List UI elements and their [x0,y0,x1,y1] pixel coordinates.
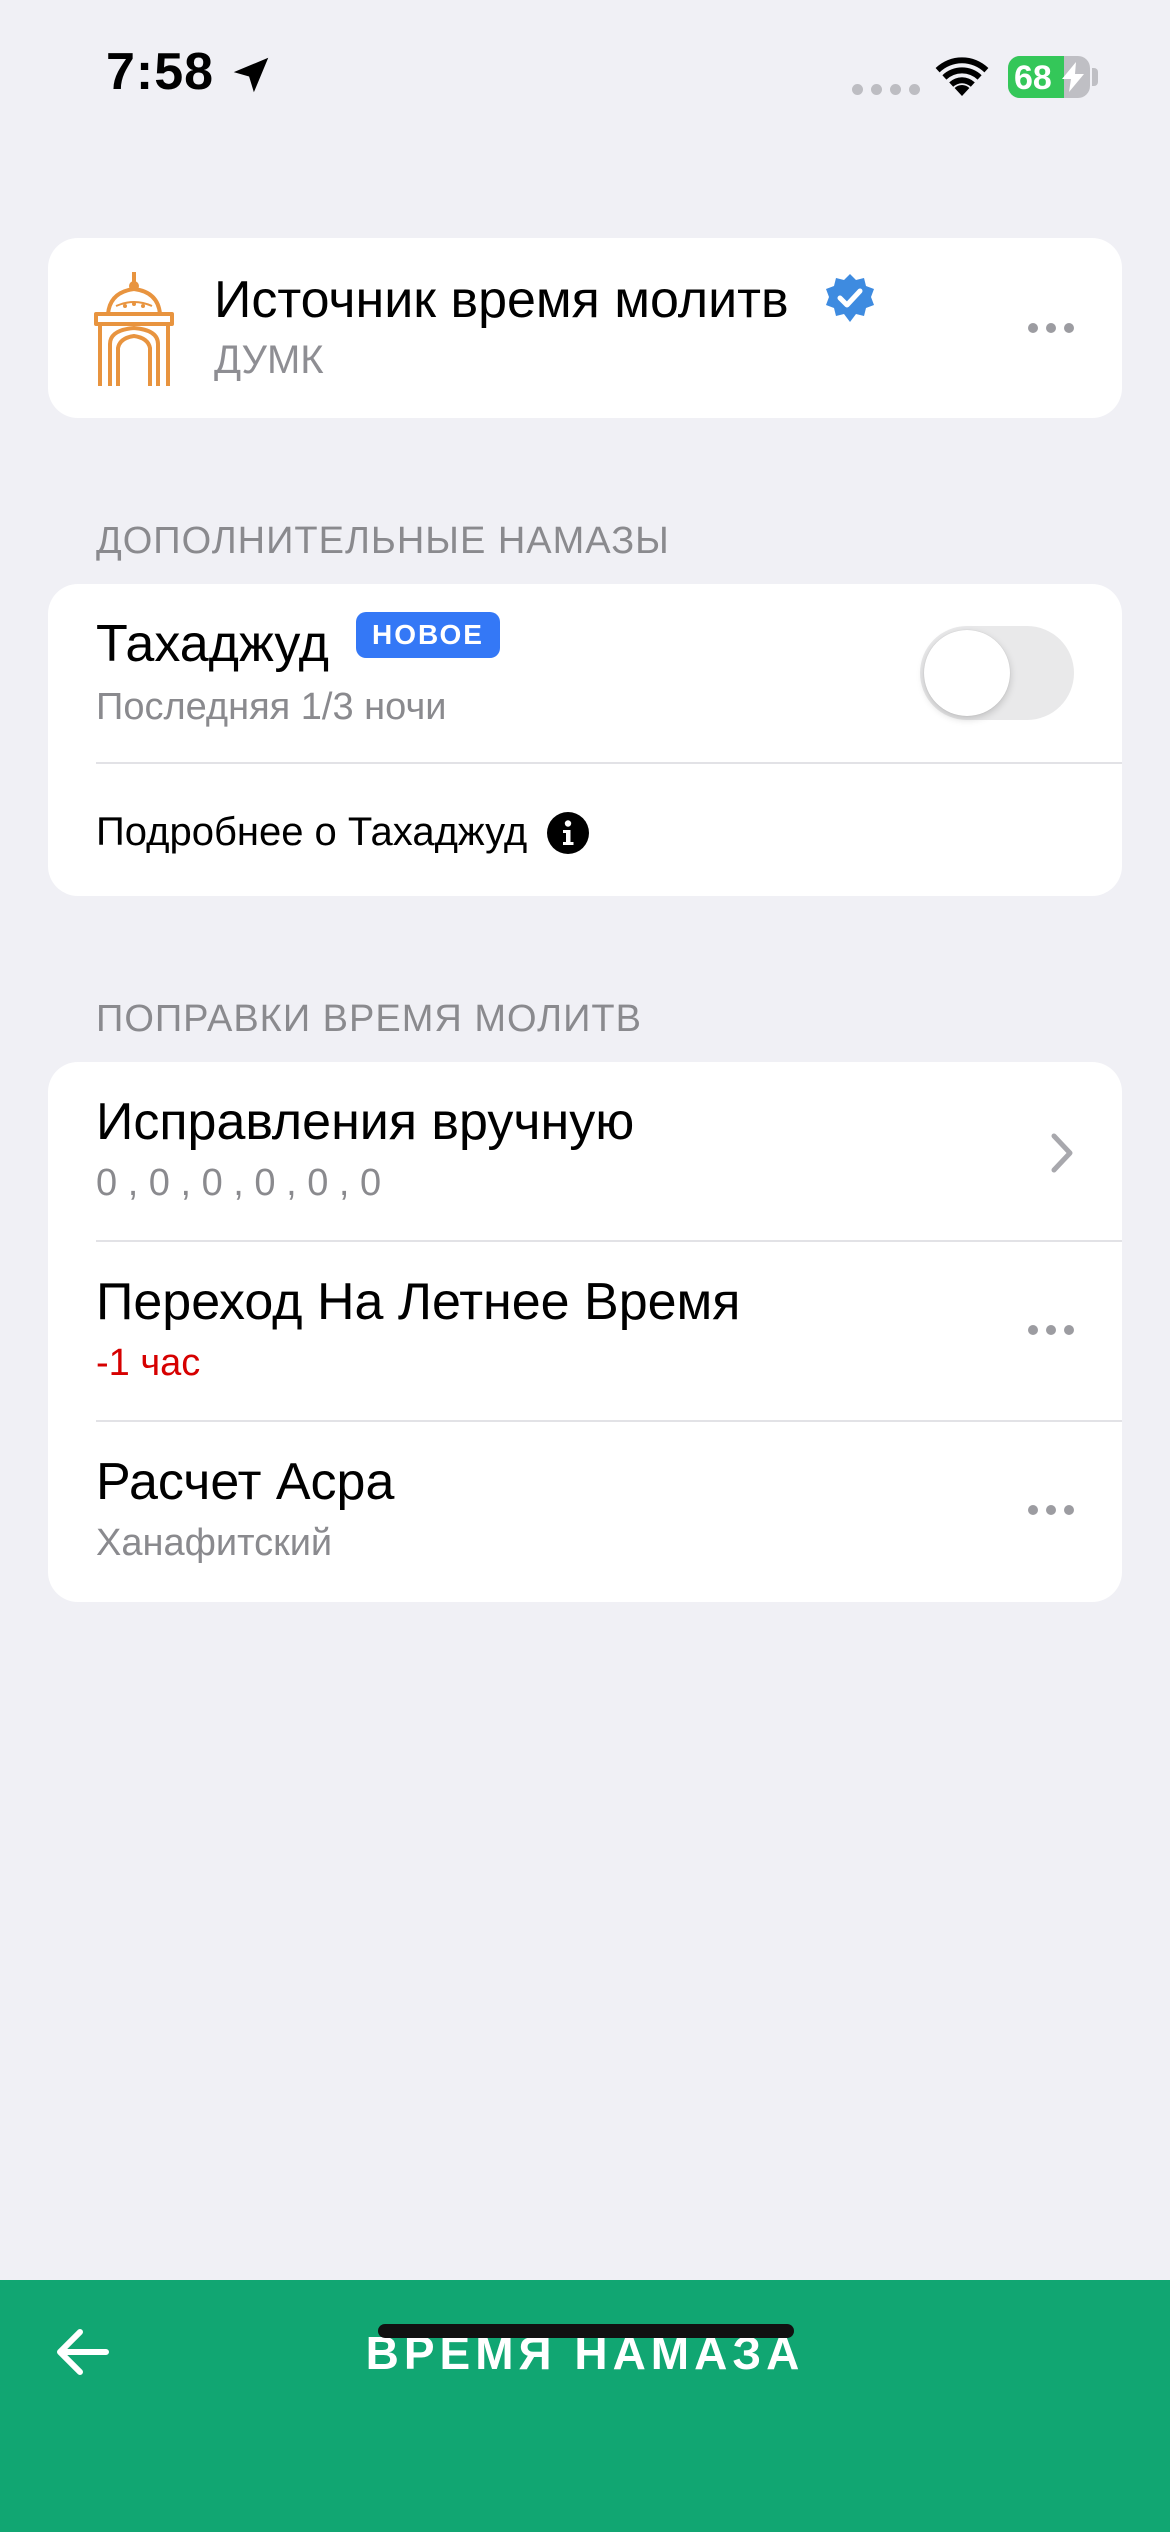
extra-prayers-card: Тахаджуд НОВОЕ Последняя 1/3 ночи Подроб… [48,584,1122,896]
extra-prayers-header: ДОПОЛНИТЕЛЬНЫЕ НАМАЗЫ [96,520,670,562]
info-icon [547,811,590,854]
divider [96,762,1122,764]
manual-corrections-values: 0 , 0 , 0 , 0 , 0 , 0 [96,1162,382,1204]
battery-indicator: 68 [1008,56,1090,98]
tahajjud-title: Тахаджуд [96,615,330,673]
mosque-arch-icon [94,272,174,386]
location-arrow-icon [233,57,269,93]
home-indicator[interactable] [378,2324,794,2338]
bottom-navigation-bar: ВРЕМЯ НАМАЗА [0,2280,1170,2532]
chevron-right-icon [1051,1133,1073,1173]
battery-percent: 68 [1014,59,1052,97]
tahajjud-toggle[interactable] [920,626,1074,720]
charging-bolt-icon [1062,62,1084,92]
asr-calculation-title: Расчет Асра [96,1453,395,1511]
more-options-icon[interactable] [1028,1324,1074,1336]
more-options-icon[interactable] [1028,322,1074,334]
status-time: 7:58 [106,43,215,101]
tahajjud-info-label: Подробнее о Тахаджуд [96,810,528,854]
corrections-card: Исправления вручную 0 , 0 , 0 , 0 , 0 , … [48,1062,1122,1602]
cellular-signal-icon [852,84,920,95]
daylight-saving-value: -1 час [96,1342,201,1384]
new-badge: НОВОЕ [356,612,500,658]
source-subtitle: ДУМК [214,338,324,382]
tahajjud-subtitle: Последняя 1/3 ночи [96,686,447,728]
more-options-icon[interactable] [1028,1504,1074,1516]
tahajjud-info-link[interactable]: Подробнее о Тахаджуд [96,810,590,855]
wifi-icon [935,57,989,96]
divider [96,1420,1122,1422]
corrections-header: ПОПРАВКИ ВРЕМЯ МОЛИТВ [96,998,642,1040]
battery-cap [1092,68,1098,86]
status-bar: 7:58 68 [0,0,1170,150]
manual-corrections-title: Исправления вручную [96,1093,635,1151]
prayer-source-card[interactable]: Источник время молитв ДУМК [48,238,1122,418]
asr-calculation-value: Ханафитский [96,1522,333,1564]
toggle-knob [924,630,1010,716]
source-title: Источник время молитв [214,271,789,329]
divider [96,1240,1122,1242]
verified-badge-icon [826,274,874,322]
daylight-saving-title: Переход На Летнее Время [96,1273,741,1331]
